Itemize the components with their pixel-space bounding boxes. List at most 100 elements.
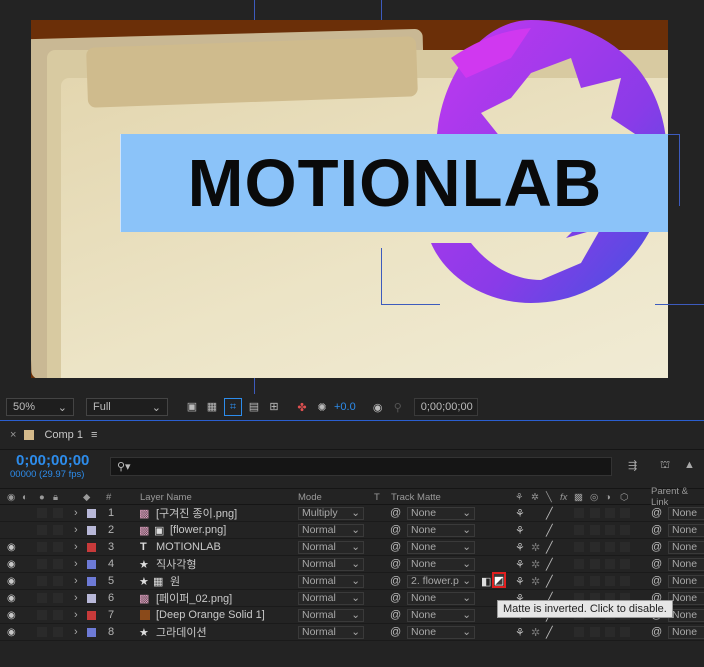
layer-name[interactable]: 직사각형 [156, 556, 196, 572]
parent-pick-whip-icon[interactable]: @ [651, 505, 662, 521]
label-color-swatch[interactable] [87, 508, 96, 518]
pick-whip-icon[interactable]: @ [390, 522, 401, 538]
switch-box[interactable] [605, 576, 615, 586]
pick-whip-icon[interactable]: @ [390, 590, 401, 606]
switch-box[interactable] [590, 559, 600, 569]
label-color-swatch[interactable] [87, 627, 96, 637]
layer-row[interactable]: ◉ › 5 ★ ▦ 원 Normal ⌄ @2. flower.p ⌄ ◧ ◩ ⚘ ✲ ╱ @ None [0, 572, 704, 590]
parent-select[interactable]: None [668, 540, 704, 554]
collapse-switch[interactable]: ✲ [531, 556, 540, 572]
shy-switch[interactable]: ⚘ [515, 539, 525, 555]
layer-search-input[interactable]: ⚲▾ [110, 457, 612, 476]
audio-toggle-icon[interactable]: ◐ [22, 489, 28, 505]
layer-row[interactable]: › 2 ▩ ▣ [flower.png] Normal ⌄ @ None ⌄ ⚘ ╱ @ None [0, 522, 704, 539]
lock-box[interactable] [53, 610, 63, 620]
shy-layers-icon[interactable]: ▲ [684, 459, 695, 471]
layer-name[interactable]: MOTIONLAB [156, 539, 221, 555]
switch-box[interactable] [590, 542, 600, 552]
eye-icon[interactable]: ◉ [7, 539, 16, 555]
switch-box[interactable] [620, 508, 630, 518]
solo-box[interactable] [37, 576, 47, 586]
switch-box[interactable] [605, 542, 615, 552]
pick-whip-icon[interactable]: @ [390, 624, 401, 640]
switch-box[interactable] [605, 525, 615, 535]
exposure-value[interactable]: +0.0 [334, 401, 356, 413]
expand-arrow-icon[interactable]: › [74, 556, 78, 572]
eye-icon[interactable]: ◉ [7, 624, 16, 640]
lock-box[interactable] [53, 593, 63, 603]
quality-switch[interactable]: ╱ [546, 556, 553, 572]
collapse-switch[interactable]: ✲ [531, 573, 540, 589]
parent-select[interactable]: None [668, 608, 704, 622]
switch-box[interactable] [574, 576, 584, 586]
label-color-swatch[interactable] [87, 542, 96, 552]
mask-path-icon[interactable]: ⌗ [224, 398, 242, 416]
quality-switch[interactable]: ╱ [546, 539, 553, 555]
blend-mode-select[interactable]: Normal ⌄ [298, 574, 364, 588]
current-time-display[interactable]: 0;00;00;00 [16, 452, 89, 469]
matte-alpha-icon[interactable]: ◧ [481, 573, 491, 589]
comp-tab-label[interactable]: Comp 1 [44, 429, 83, 441]
parent-pick-whip-icon[interactable]: @ [651, 624, 662, 640]
label-color-swatch[interactable] [87, 610, 96, 620]
solo-box[interactable] [37, 593, 47, 603]
shy-switch[interactable]: ⚘ [515, 573, 525, 589]
parent-select[interactable]: None [668, 574, 704, 588]
shy-switch[interactable]: ⚘ [515, 624, 525, 640]
switch-box[interactable] [620, 525, 630, 535]
track-matte-select[interactable]: None ⌄ [407, 506, 475, 520]
parent-pick-whip-icon[interactable]: @ [651, 556, 662, 572]
color-management-icon[interactable]: ✺ [314, 399, 330, 415]
switch-box[interactable] [620, 576, 630, 586]
switch-box[interactable] [574, 508, 584, 518]
pick-whip-icon[interactable]: @ [390, 607, 401, 623]
solo-box[interactable] [37, 610, 47, 620]
pick-whip-icon[interactable]: @ [390, 539, 401, 555]
track-matte-select[interactable]: None ⌄ [407, 625, 475, 639]
label-color-swatch[interactable] [87, 593, 96, 603]
lock-box[interactable] [53, 627, 63, 637]
close-tab-icon[interactable]: × [10, 429, 16, 441]
pick-whip-icon[interactable]: @ [390, 556, 401, 572]
switch-box[interactable] [574, 559, 584, 569]
parent-select[interactable]: None [668, 523, 704, 537]
lock-box[interactable] [53, 576, 63, 586]
switch-box[interactable] [605, 559, 615, 569]
zoom-select[interactable]: 50% ⌄ [6, 398, 74, 416]
parent-pick-whip-icon[interactable]: @ [651, 522, 662, 538]
label-color-icon[interactable]: ◆ [83, 489, 90, 505]
parent-select[interactable]: None [668, 557, 704, 571]
track-matte-select[interactable]: 2. flower.p ⌄ [407, 574, 475, 588]
expand-arrow-icon[interactable]: › [74, 522, 78, 538]
eye-icon[interactable]: ◉ [7, 590, 16, 606]
lock-box[interactable] [53, 508, 63, 518]
collapse-switch[interactable]: ✲ [531, 624, 540, 640]
transparency-grid-icon[interactable]: ▦ [204, 398, 220, 414]
layer-name[interactable]: [페이퍼_02.png] [156, 590, 232, 606]
blend-mode-select[interactable]: Normal ⌄ [298, 523, 364, 537]
quality-switch[interactable]: ╱ [546, 522, 553, 538]
quality-switch[interactable]: ╱ [546, 505, 553, 521]
solo-box[interactable] [37, 559, 47, 569]
show-snapshot-icon[interactable]: ⚲ [390, 399, 406, 415]
blend-mode-select[interactable]: Normal ⌄ [298, 591, 364, 605]
switch-box[interactable] [574, 525, 584, 535]
track-matte-select[interactable]: None ⌄ [407, 557, 475, 571]
draft-3d-icon[interactable]: ⛫ [660, 459, 670, 473]
matte-invert-button[interactable]: ◩ [492, 572, 506, 588]
switch-box[interactable] [605, 627, 615, 637]
composition-canvas[interactable]: MOTIONLAB [31, 20, 668, 378]
layer-row[interactable]: ◉ › 8 ★ 그라데이션 Normal ⌄ @ None ⌄ ⚘ ✲ ╱ @ None [0, 624, 704, 641]
label-color-swatch[interactable] [87, 525, 96, 535]
switch-box[interactable] [574, 627, 584, 637]
comp-mini-flowchart-icon[interactable]: ⇶ [628, 459, 637, 472]
expand-arrow-icon[interactable]: › [74, 539, 78, 555]
switch-box[interactable] [590, 525, 600, 535]
layer-name[interactable]: 원 [170, 573, 180, 589]
solo-box[interactable] [37, 525, 47, 535]
quality-switch[interactable]: ╱ [546, 624, 553, 640]
blend-mode-select[interactable]: Normal ⌄ [298, 608, 364, 622]
layer-row[interactable]: ◉ › 3 T MOTIONLAB Normal ⌄ @ None ⌄ ⚘ ✲ ╱ @ None [0, 539, 704, 556]
channels-icon[interactable]: ⊞ [266, 398, 282, 414]
track-matte-select[interactable]: None ⌄ [407, 591, 475, 605]
